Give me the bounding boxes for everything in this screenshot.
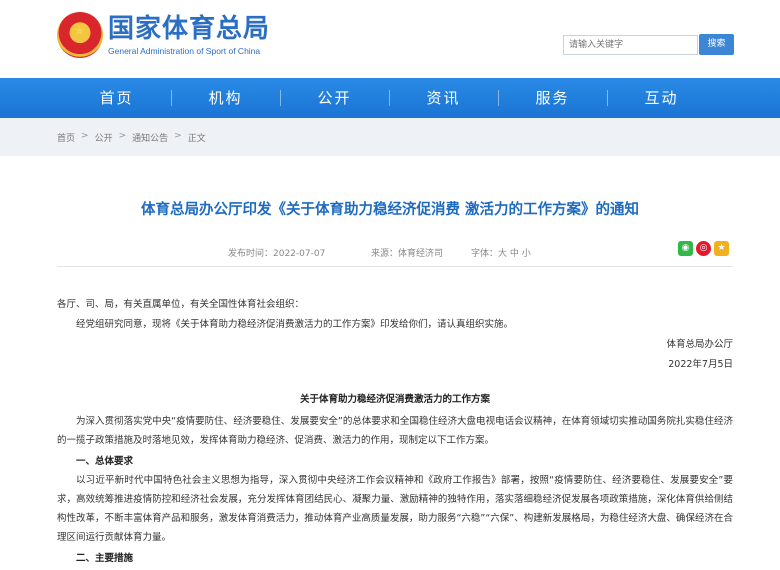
nav-item-public[interactable]: 公开 <box>280 78 389 118</box>
national-emblem-icon[interactable]: ★ <box>57 12 103 58</box>
breadcrumb-bar: 首页 > 公开 > 通知公告 > 正文 <box>0 118 780 156</box>
divider <box>57 266 733 267</box>
site-header: ★ 国家体育总局 General Administration of Sport… <box>0 0 780 78</box>
site-subtitle: General Administration of Sport of China <box>108 46 261 56</box>
breadcrumb-public[interactable]: 公开 <box>95 131 113 144</box>
nav-item-institutions[interactable]: 机构 <box>171 78 280 118</box>
doc-title: 关于体育助力稳经济促消费激活力的工作方案 <box>299 394 490 405</box>
signer: 体育总局办公厅 <box>666 339 733 350</box>
section-heading-2: 二、主要措施 <box>76 553 134 564</box>
publish-date: 发布时间：2022-07-07 <box>228 249 326 259</box>
star-icon[interactable]: ★ <box>714 241 729 256</box>
article-source: 来源：体育经济司 <box>371 249 444 259</box>
breadcrumb-separator: > <box>174 131 182 141</box>
weibo-icon[interactable]: ◎ <box>696 241 711 256</box>
salutation: 各厅、司、局，有关直属单位，有关全国性体育社会组织： <box>57 299 305 310</box>
breadcrumb-current: 正文 <box>187 134 206 144</box>
breadcrumb-home[interactable]: 首页 <box>57 131 75 144</box>
nav-item-news[interactable]: 资讯 <box>389 78 498 118</box>
search-button[interactable]: 搜索 <box>699 34 734 55</box>
search-input[interactable] <box>563 35 698 55</box>
breadcrumb-separator: > <box>81 131 89 141</box>
nav-item-interaction[interactable]: 互动 <box>607 78 716 118</box>
wechat-icon[interactable]: ◉ <box>678 241 693 256</box>
breadcrumb-separator: > <box>118 131 127 141</box>
paragraph-intro: 为深入贯彻落实党中央“疫情要防住、经济要稳住、发展要安全”的总体要求和全国稳住经… <box>57 416 733 446</box>
main-nav: 首页 机构 公开 资讯 服务 互动 <box>0 78 780 118</box>
font-size-switcher[interactable]: 字体：大 中 小 <box>471 246 531 259</box>
site-title[interactable]: 国家体育总局 <box>108 14 270 44</box>
breadcrumb-notices[interactable]: 通知公告 <box>132 131 168 144</box>
breadcrumb: 首页 > 公开 > 通知公告 > 正文 <box>57 131 206 144</box>
paragraph-general-requirements: 以习近平新时代中国特色社会主义思想为指导，深入贯彻中央经济工作会议精神和《政府工… <box>57 475 733 543</box>
nav-item-home[interactable]: 首页 <box>62 78 171 118</box>
sign-date: 2022年7月5日 <box>668 359 733 370</box>
intro-paragraph: 经党组研究同意，现将《关于体育助力稳经济促消费激活力的工作方案》印发给你们，请认… <box>76 319 514 330</box>
nav-item-services[interactable]: 服务 <box>498 78 607 118</box>
star-icon: ★ <box>73 23 86 39</box>
section-heading-1: 一、总体要求 <box>76 456 134 467</box>
article-title: 体育总局办公厅印发《关于体育助力稳经济促消费 激活力的工作方案》的通知 <box>140 202 640 218</box>
